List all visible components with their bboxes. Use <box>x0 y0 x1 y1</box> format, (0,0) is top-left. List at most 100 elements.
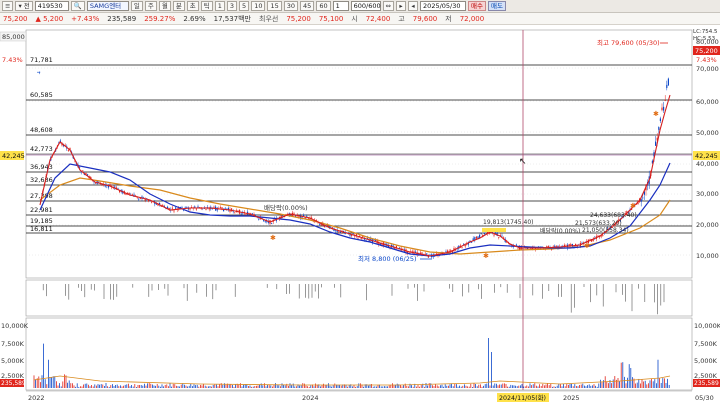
event-marker-icon: ✱ <box>653 110 659 118</box>
step-input[interactable]: 1 <box>332 1 349 11</box>
low-label: 저 <box>445 14 452 23</box>
volume-axis-tick: 2,500K <box>1 372 25 380</box>
candle-body <box>655 141 657 146</box>
market-type-select[interactable]: ▾ 전 <box>15 1 33 11</box>
time-axis: 2022 2024 2025 05/30 <box>28 394 714 402</box>
level-label: 42,773 <box>30 145 53 153</box>
minute-30-button[interactable]: 30 <box>283 1 299 11</box>
candle-body <box>461 246 463 248</box>
trade-amount: 17,537백만 <box>213 14 251 23</box>
level-label: 32,686 <box>30 176 53 184</box>
stock-code-input[interactable]: 419530 <box>34 1 69 11</box>
candle-body <box>602 235 604 237</box>
candle-body <box>357 237 359 239</box>
trade-volume: 235,589 <box>107 14 137 23</box>
candle-body <box>195 208 197 210</box>
candle-body <box>240 213 242 215</box>
dividend-annotation: 배당락(0.00%) <box>264 203 308 212</box>
period-second-button[interactable]: 초 <box>186 1 199 11</box>
best-bid: 75,100 <box>318 14 344 23</box>
price-change: ▲ 5,200 <box>35 14 64 23</box>
candle-body <box>184 206 186 208</box>
candle-body <box>475 236 477 239</box>
volume-axis-tick: 10,000K <box>1 322 29 330</box>
zoom-fit-icon[interactable]: ⇔ <box>382 1 395 11</box>
scroll-right-icon[interactable]: ▸ <box>396 1 407 11</box>
level-label: 60,585 <box>30 91 53 99</box>
candle-body <box>642 197 644 199</box>
sell-button[interactable]: 매도 <box>488 1 506 11</box>
volume-tag-left-text: 235,589 <box>1 380 26 387</box>
candle-count-input[interactable]: 600/600 <box>350 1 381 11</box>
minute-1-button[interactable]: 1 <box>214 1 225 11</box>
time-axis-label: 05/30 <box>695 394 714 402</box>
open-label: 시 <box>351 14 358 23</box>
candle-body <box>186 206 188 208</box>
candle-body <box>151 201 153 203</box>
minute-45-button[interactable]: 45 <box>300 1 315 11</box>
volume-axis-tick: 2,500K <box>694 372 718 380</box>
event-marker-icon: ✱ <box>584 242 590 250</box>
minute-3-button[interactable]: 3 <box>226 1 238 11</box>
candle-body <box>205 209 207 210</box>
minute-5-button[interactable]: 5 <box>239 1 250 11</box>
candle-body <box>253 214 255 215</box>
period-tick-button[interactable]: 틱 <box>200 1 213 11</box>
right-axis-tick: 40,000 <box>696 160 719 168</box>
candle-body <box>426 253 428 255</box>
right-axis-top: 80,000 <box>696 38 719 46</box>
open-price: 72,400 <box>365 14 391 23</box>
low-annotation: 최저 8,800 (06/25) <box>358 254 417 263</box>
right-axis-tick: 30,000 <box>696 190 719 198</box>
low-price: 72,000 <box>459 14 485 23</box>
candle-body <box>271 223 273 225</box>
candle-body <box>352 233 354 235</box>
volume-axis-tick: 7,500K <box>694 340 718 348</box>
chart-area[interactable]: 71,781 60,585 48,608 42,773 36,943 32,68… <box>0 26 720 404</box>
candle-body <box>264 220 266 222</box>
quote-bar: 75,200 ▲ 5,200 +7.43% 235,589 259.27% 2.… <box>0 13 720 25</box>
buy-button[interactable]: 매수 <box>468 1 487 11</box>
highlight-box <box>482 228 506 232</box>
left-pct-tag: 7.43% <box>2 56 23 64</box>
candle-body <box>128 192 130 194</box>
event-marker-icon: ✱ <box>270 234 276 242</box>
right-axis-tick: 70,000 <box>696 65 719 73</box>
stock-name-field[interactable]: SAMG엔터 <box>86 1 129 11</box>
price-chart[interactable]: 71,781 60,585 48,608 42,773 36,943 32,68… <box>0 26 720 404</box>
candle-body <box>589 238 591 240</box>
candle-body <box>663 106 665 111</box>
search-icon[interactable]: 🔍 <box>70 1 85 11</box>
event-marker-icon: ✱ <box>630 202 636 210</box>
period-day-button[interactable]: 일 <box>130 1 143 11</box>
period-minute-button[interactable]: 분 <box>172 1 185 11</box>
period-week-button[interactable]: 주 <box>144 1 157 11</box>
candle-body <box>319 223 321 225</box>
period-month-button[interactable]: 월 <box>158 1 171 11</box>
right-axis-tick: 50,000 <box>696 129 719 137</box>
volume-axis-tick: 10,000K <box>694 322 720 330</box>
date-input[interactable]: 2025/05/30 <box>420 1 467 11</box>
event-marker-icon: ✱ <box>483 252 489 260</box>
candle-body <box>175 207 177 209</box>
candle-body <box>37 71 39 73</box>
right-pct-tag: 7.43% <box>696 56 717 64</box>
minute-60-button[interactable]: 60 <box>316 1 331 11</box>
level-label: 71,781 <box>30 56 53 64</box>
lc-label: LC:754.5 <box>693 29 718 35</box>
scroll-left-icon[interactable]: ◂ <box>408 1 419 11</box>
price-change-pct: +7.43% <box>71 14 100 23</box>
menu-icon[interactable]: ≡ <box>2 1 14 11</box>
candle-body <box>493 234 495 236</box>
turnover-rate: 2.69% <box>183 14 206 23</box>
cluster-annotation: 21,573(633.20) <box>575 220 622 227</box>
candle-body <box>82 170 84 172</box>
candle-body <box>658 127 660 130</box>
time-axis-label: 2025 <box>563 394 580 402</box>
candle-body <box>245 214 247 215</box>
minute-15-button[interactable]: 15 <box>267 1 282 11</box>
current-price: 75,200 <box>3 14 28 23</box>
level-label: 48,608 <box>30 126 53 134</box>
minute-10-button[interactable]: 10 <box>251 1 266 11</box>
volume-axis-tick: 7,500K <box>1 340 25 348</box>
